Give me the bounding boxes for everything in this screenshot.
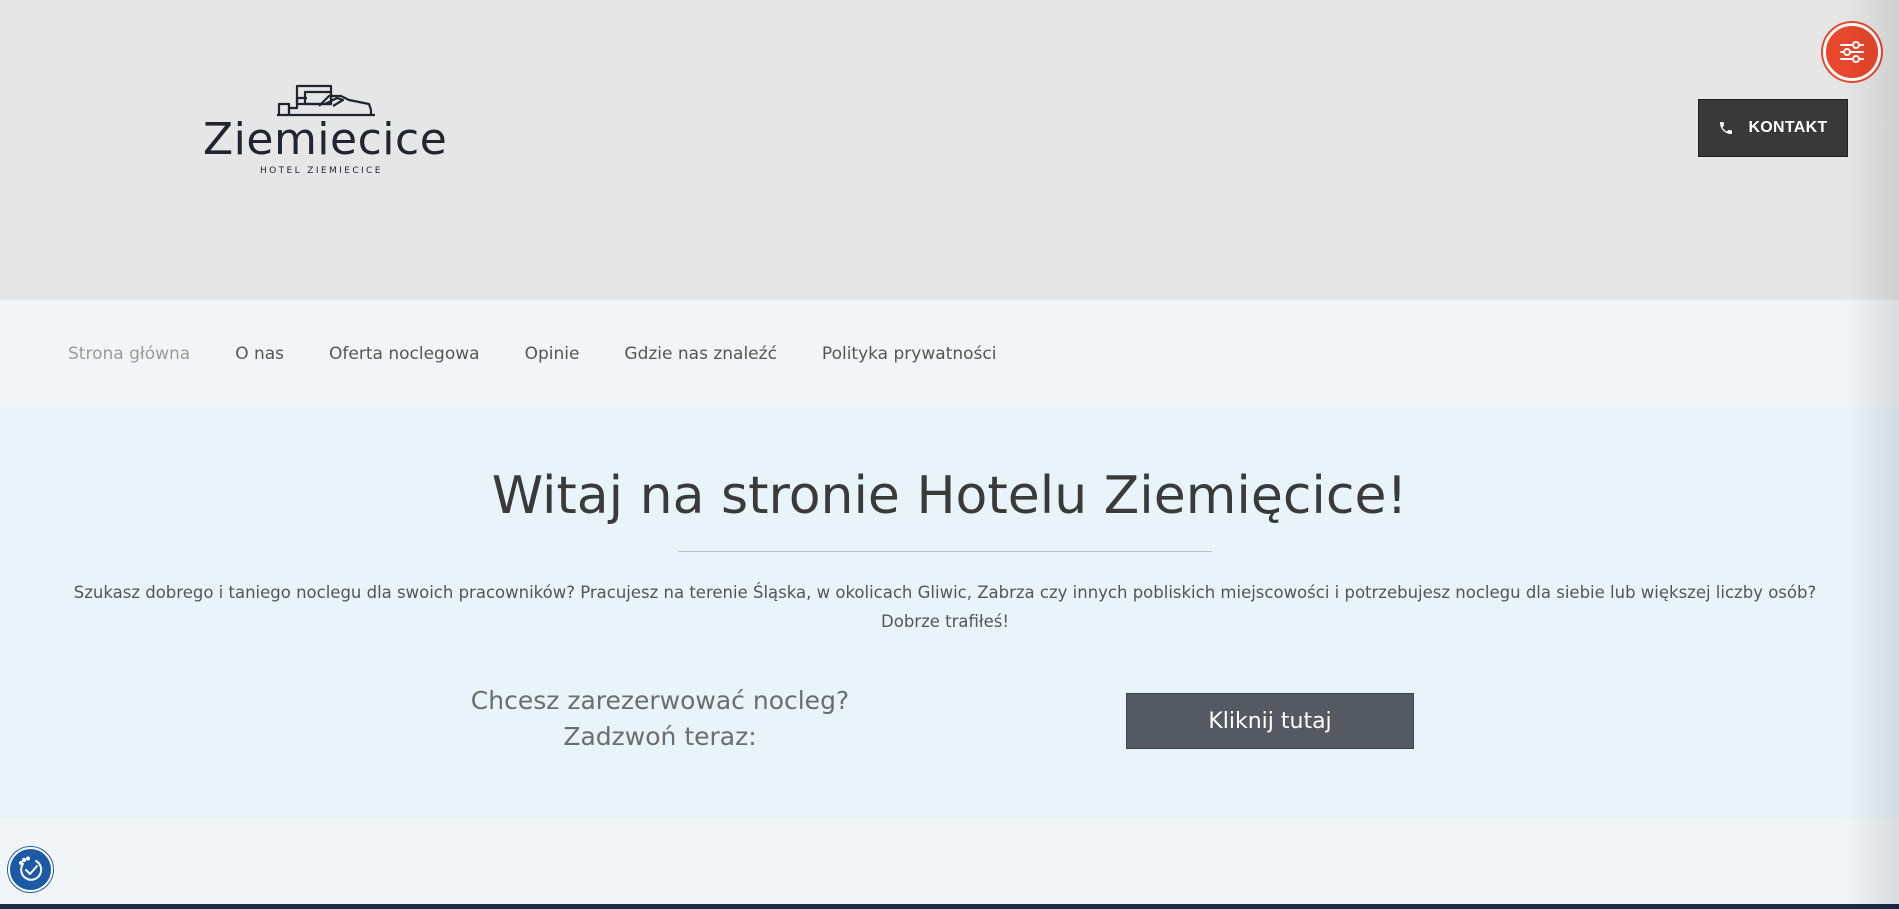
nav-item-offer[interactable]: Oferta noclegowa	[329, 344, 480, 364]
contact-button-label: KONTAKT	[1748, 119, 1828, 136]
cta-call-button[interactable]: Kliknij tutaj	[1126, 693, 1414, 749]
phone-icon	[1720, 122, 1733, 134]
content-below-hero	[0, 818, 1899, 904]
page: Ziemiecice HOTEL ZIEMIECICE KONTAKT Stro…	[0, 0, 1899, 909]
hero-description: Szukasz dobrego i taniego noclegu dla sw…	[73, 583, 1817, 631]
nav-item-privacy[interactable]: Polityka prywatności	[822, 344, 997, 364]
contact-button[interactable]: KONTAKT	[1698, 99, 1848, 157]
hero-section: Witaj na stronie Hotelu Ziemięcice! Szuk…	[0, 408, 1899, 818]
hero-title: Witaj na stronie Hotelu Ziemięcice!	[491, 466, 1408, 526]
cta-prompt-line1: Chcesz zarezerwować nocleg?	[470, 686, 850, 715]
cta-prompt: Chcesz zarezerwować nocleg? Zadzwoń tera…	[430, 683, 890, 755]
hero-divider	[678, 551, 1212, 552]
settings-button[interactable]	[1823, 23, 1881, 81]
site-header: Ziemiecice HOTEL ZIEMIECICE KONTAKT	[0, 0, 1899, 300]
logo-wordmark: Ziemiecice	[203, 114, 448, 165]
logo-subtitle: HOTEL ZIEMIECICE	[260, 166, 383, 176]
nav-item-reviews[interactable]: Opinie	[525, 344, 580, 364]
sliders-icon	[1840, 41, 1864, 63]
hotel-logo-icon	[277, 84, 375, 117]
accessibility-check-icon	[18, 856, 42, 881]
cta-prompt-line2: Zadzwoń teraz:	[563, 722, 757, 751]
site-logo[interactable]: Ziemiecice HOTEL ZIEMIECICE	[203, 84, 448, 180]
nav-item-location[interactable]: Gdzie nas znaleźć	[624, 344, 777, 364]
main-nav: Strona główna O nas Oferta noclegowa Opi…	[0, 300, 1899, 408]
nav-item-home[interactable]: Strona główna	[68, 344, 190, 364]
accessibility-button[interactable]	[8, 847, 53, 892]
footer-edge	[0, 904, 1899, 909]
nav-item-about[interactable]: O nas	[235, 344, 284, 364]
